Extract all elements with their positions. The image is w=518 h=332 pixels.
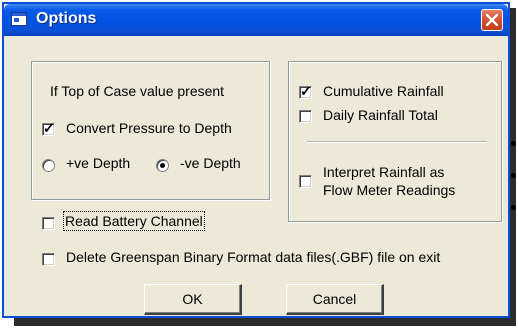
delete-gbf-checkbox[interactable] bbox=[42, 253, 55, 266]
pos-depth-radio[interactable] bbox=[42, 159, 55, 172]
cancel-button[interactable]: Cancel bbox=[286, 284, 384, 315]
title-bar[interactable]: Options bbox=[4, 4, 508, 36]
bullet-dot bbox=[511, 205, 516, 210]
cancel-button-label: Cancel bbox=[312, 291, 357, 307]
window-shadow-bottom bbox=[14, 318, 516, 326]
ok-button-label: OK bbox=[182, 291, 203, 307]
bullet-dot bbox=[511, 173, 516, 178]
pos-depth-label[interactable]: +ve Depth bbox=[66, 155, 130, 171]
close-icon bbox=[486, 14, 498, 26]
radio-dot-icon bbox=[160, 163, 165, 168]
convert-pressure-checkbox[interactable]: ✓ bbox=[42, 120, 55, 136]
daily-rainfall-checkbox[interactable] bbox=[299, 110, 312, 123]
daily-rainfall-label[interactable]: Daily Rainfall Total bbox=[323, 107, 438, 123]
read-battery-label[interactable]: Read Battery Channel bbox=[63, 211, 205, 231]
window-title: Options bbox=[36, 10, 97, 27]
neg-depth-radio[interactable] bbox=[156, 159, 169, 172]
interpret-rainfall-checkbox[interactable] bbox=[299, 175, 312, 188]
check-mark-icon: ✓ bbox=[43, 120, 55, 136]
read-battery-checkbox[interactable] bbox=[42, 217, 55, 230]
cumulative-rainfall-label[interactable]: Cumulative Rainfall bbox=[323, 83, 444, 99]
rainfall-separator bbox=[307, 141, 487, 143]
options-dialog: Options If Top of Case value present ✓ C… bbox=[2, 2, 510, 318]
cumulative-rainfall-checkbox[interactable]: ✓ bbox=[299, 83, 312, 99]
top-of-case-heading: If Top of Case value present bbox=[50, 83, 225, 99]
interpret-rainfall-label-line1[interactable]: Interpret Rainfall as bbox=[323, 164, 444, 180]
interpret-rainfall-label-line2[interactable]: Flow Meter Readings bbox=[323, 182, 455, 198]
neg-depth-label[interactable]: -ve Depth bbox=[180, 155, 241, 171]
window-shadow-right bbox=[510, 8, 516, 326]
delete-gbf-label[interactable]: Delete Greenspan Binary Format data file… bbox=[66, 249, 440, 265]
window-icon bbox=[11, 12, 27, 26]
bullet-dot bbox=[511, 141, 516, 146]
close-button[interactable] bbox=[481, 9, 503, 31]
check-mark-icon: ✓ bbox=[300, 83, 312, 99]
convert-pressure-label[interactable]: Convert Pressure to Depth bbox=[66, 120, 232, 136]
ok-button[interactable]: OK bbox=[144, 284, 242, 315]
